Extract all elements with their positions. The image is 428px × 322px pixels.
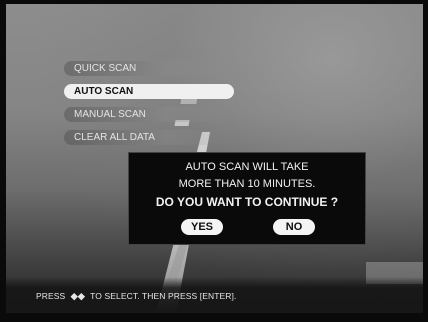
menu-item-auto-scan[interactable]: AUTO SCAN xyxy=(64,84,234,99)
left-right-arrows-icon: ◆◆ xyxy=(70,291,85,301)
yes-button[interactable]: YES xyxy=(181,219,223,235)
scan-menu: QUICK SCAN AUTO SCAN MANUAL SCAN CLEAR A… xyxy=(64,61,234,153)
help-bar: PRESS ◆◆ TO SELECT. THEN PRESS [ENTER]. xyxy=(6,277,423,313)
help-suffix: TO SELECT. THEN PRESS [ENTER]. xyxy=(90,291,237,301)
dialog-question: DO YOU WANT TO CONTINUE ? xyxy=(155,195,339,209)
dialog-message-line1: AUTO SCAN WILL TAKE xyxy=(185,161,309,173)
menu-item-clear-all-data[interactable]: CLEAR ALL DATA xyxy=(64,130,234,145)
help-text: PRESS ◆◆ TO SELECT. THEN PRESS [ENTER]. xyxy=(36,291,236,302)
menu-item-manual-scan[interactable]: MANUAL SCAN xyxy=(64,107,234,122)
menu-item-quick-scan[interactable]: QUICK SCAN xyxy=(64,61,234,76)
dialog-buttons: YES NO xyxy=(129,219,365,235)
dialog-message-line2: MORE THAN 10 MINUTES. xyxy=(178,178,316,190)
confirm-dialog: AUTO SCAN WILL TAKE MORE THAN 10 MINUTES… xyxy=(128,152,366,245)
tv-screen: QUICK SCAN AUTO SCAN MANUAL SCAN CLEAR A… xyxy=(0,0,428,322)
no-button[interactable]: NO xyxy=(273,219,315,235)
help-prefix: PRESS xyxy=(36,291,66,301)
